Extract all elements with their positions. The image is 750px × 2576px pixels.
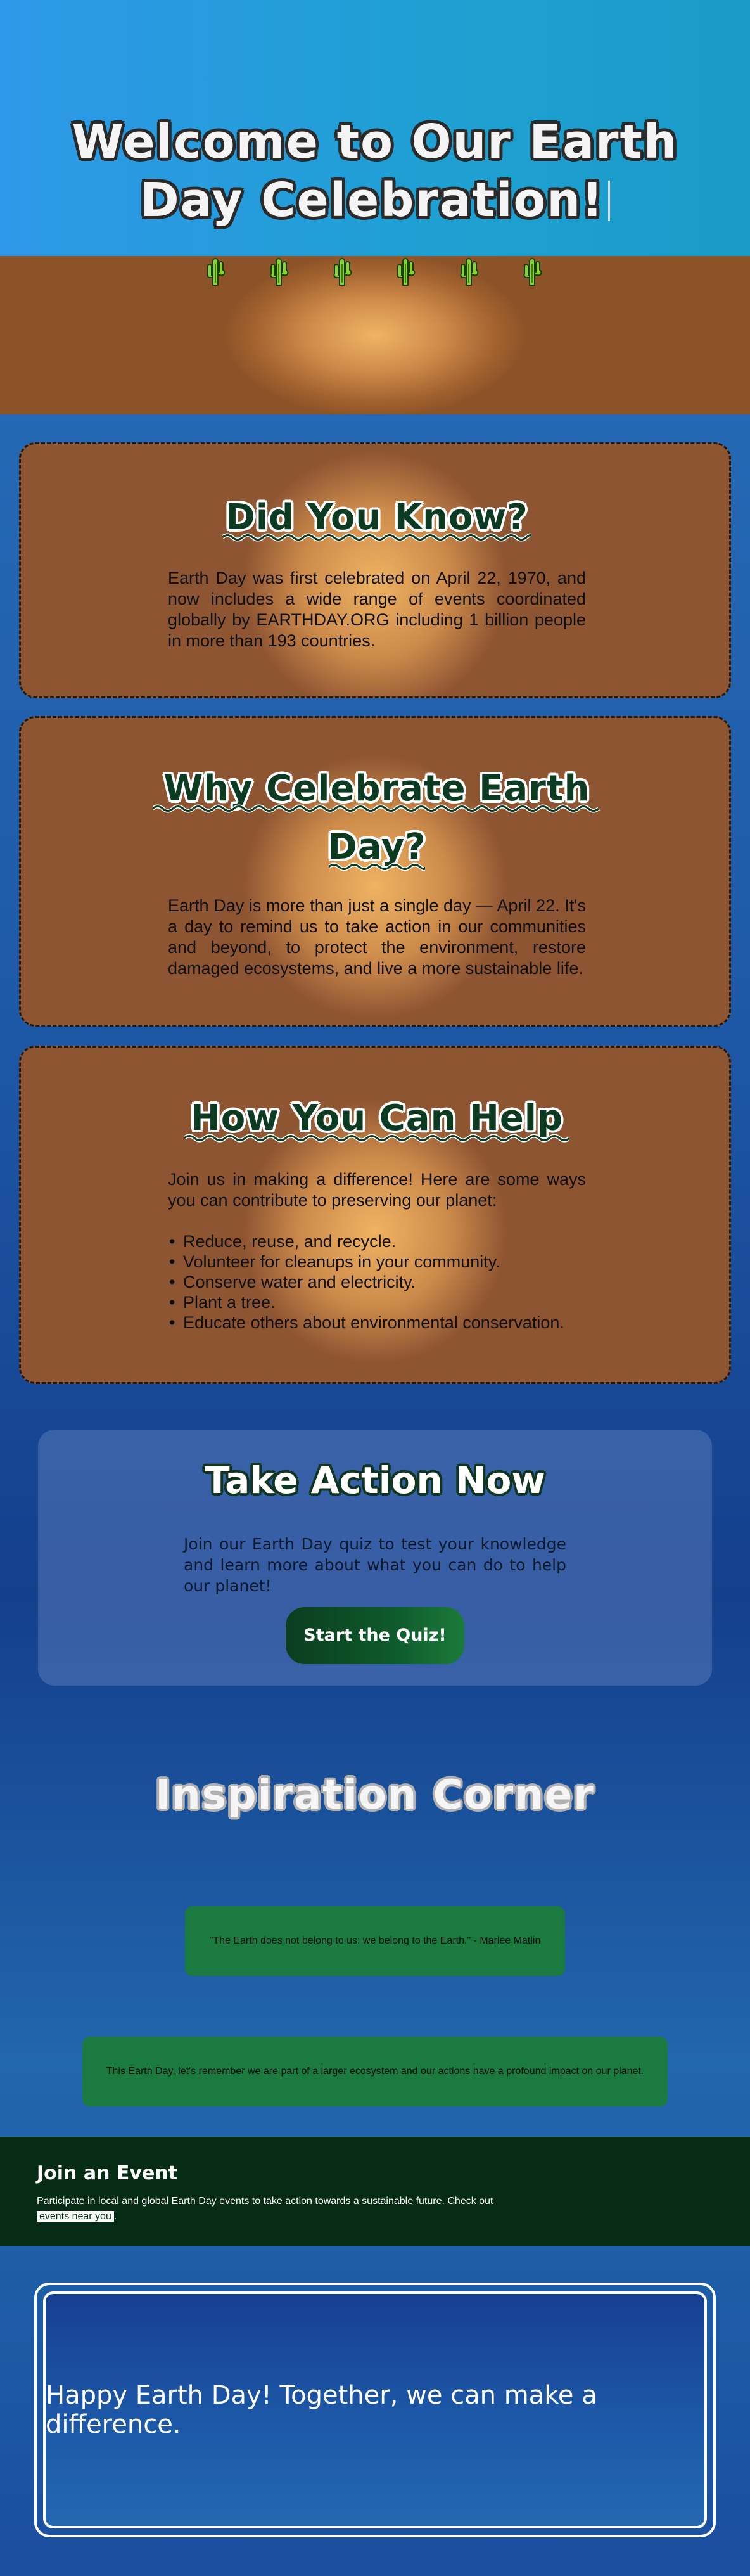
quote-card: This Earth Day, let's remember we are pa…	[82, 2037, 668, 2106]
join-text: Participate in local and global Earth Da…	[37, 2194, 518, 2224]
wavy-underline	[329, 862, 425, 871]
wavy-underline	[184, 1134, 569, 1143]
card-title-line2: Day?	[327, 826, 426, 868]
take-action-section: Take Action Now Join our Earth Day quiz …	[38, 1430, 712, 1686]
hero-title: Welcome to Our Earth Day Celebration!	[0, 113, 750, 229]
events-near-you-link[interactable]: events near you	[37, 2211, 114, 2222]
cactus-icon	[523, 258, 542, 286]
wavy-underline	[153, 804, 600, 813]
list-item: Volunteer for cleanups in your community…	[168, 1252, 586, 1272]
hero-title-line1: Welcome to Our Earth	[72, 115, 678, 169]
footer-inner-frame: Happy Earth Day! Together, we can make a…	[43, 2291, 707, 2528]
quote-card: "The Earth does not belong to us: we bel…	[185, 1906, 565, 1976]
earth-band	[0, 256, 750, 414]
typing-cursor	[607, 181, 610, 221]
footer-text: Happy Earth Day! Together, we can make a…	[46, 2381, 597, 2439]
list-item: Conserve water and electricity.	[168, 1272, 586, 1292]
cactus-icon	[333, 258, 352, 286]
join-suffix: .	[113, 2211, 117, 2222]
list-item: Reduce, reuse, and recycle.	[168, 1231, 586, 1252]
list-item: Plant a tree.	[168, 1292, 586, 1312]
card-title-line1: Why Celebrate Earth	[163, 768, 590, 809]
why-celebrate-card: Why Celebrate Earth Day? Earth Day is mo…	[19, 716, 731, 1027]
how-you-can-help-card: How You Can Help Join us in making a dif…	[19, 1046, 731, 1384]
plant-row	[203, 256, 557, 288]
join-description: Participate in local and global Earth Da…	[37, 2196, 493, 2207]
quote-text: "The Earth does not belong to us: we bel…	[209, 1935, 541, 1946]
did-you-know-card: Did You Know? Earth Day was first celebr…	[19, 442, 731, 698]
cactus-icon	[460, 258, 479, 286]
hero-header: Welcome to Our Earth Day Celebration!	[0, 0, 750, 256]
card-body: Earth Day was first celebrated on April …	[168, 568, 586, 650]
action-title: Take Action Now	[205, 1459, 545, 1502]
card-body: Earth Day is more than just a single day…	[168, 896, 586, 978]
cactus-icon	[397, 258, 416, 286]
footer-message-box: Happy Earth Day! Together, we can make a…	[34, 2283, 716, 2537]
wavy-underline	[222, 533, 531, 542]
join-event-section: Join an Event Participate in local and g…	[0, 2137, 750, 2246]
hero-title-line2: Day Celebration!	[140, 173, 604, 227]
card-intro: Join us in making a difference! Here are…	[168, 1170, 586, 1210]
help-list: Reduce, reuse, and recycle. Volunteer fo…	[168, 1231, 586, 1333]
cactus-icon	[270, 258, 289, 286]
cactus-icon	[207, 258, 226, 286]
action-text: Join our Earth Day quiz to test your kno…	[184, 1535, 566, 1595]
inspiration-title: Inspiration Corner	[155, 1772, 595, 1819]
join-title: Join an Event	[37, 2162, 177, 2184]
start-quiz-button[interactable]: Start the Quiz!	[286, 1607, 464, 1664]
list-item: Educate others about environmental conse…	[168, 1312, 586, 1333]
card-title: Why Celebrate Earth Day?	[21, 760, 733, 876]
quote-text: This Earth Day, let's remember we are pa…	[106, 2066, 644, 2077]
